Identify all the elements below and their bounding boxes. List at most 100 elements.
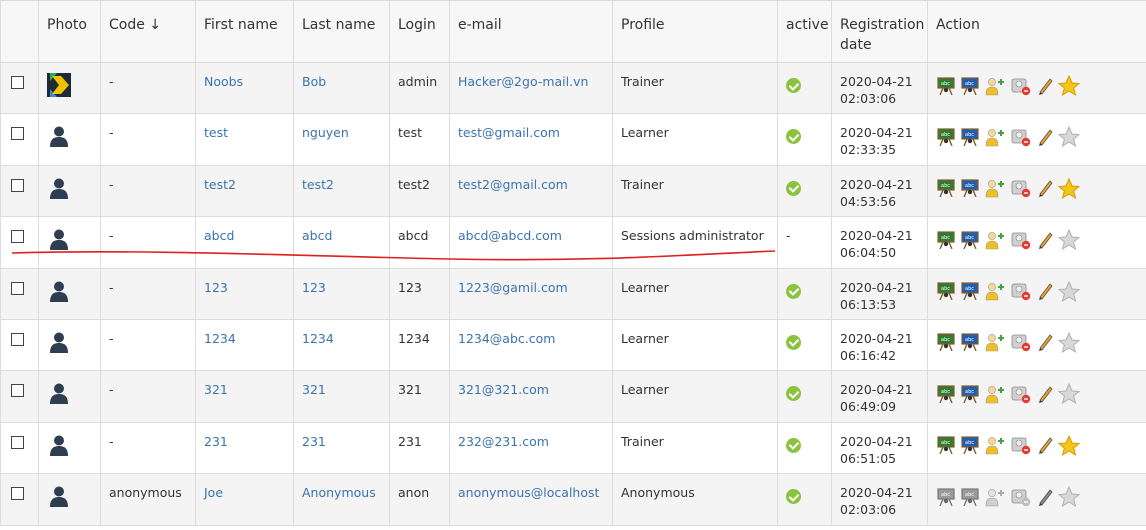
last-name-link[interactable]: Anonymous (302, 485, 376, 500)
email-link[interactable]: 232@231.com (458, 434, 549, 449)
edit-pencil-icon[interactable] (1036, 127, 1054, 147)
login-as-icon[interactable] (1010, 332, 1032, 352)
login-as-icon[interactable] (1010, 435, 1032, 455)
course-board-green-icon[interactable]: abc (936, 76, 956, 95)
assign-users-icon[interactable] (984, 487, 1006, 507)
header-email[interactable]: e-mail (449, 0, 613, 63)
edit-pencil-icon[interactable] (1036, 230, 1054, 250)
first-name-link[interactable]: 231 (204, 434, 228, 449)
row-select-checkbox[interactable] (11, 178, 24, 192)
star-admin-icon[interactable] (1058, 331, 1080, 353)
edit-pencil-icon[interactable] (1036, 435, 1054, 455)
session-board-blue-icon[interactable]: abc (960, 333, 980, 352)
last-name-link[interactable]: nguyen (302, 125, 349, 140)
edit-pencil-icon[interactable] (1036, 384, 1054, 404)
assign-users-icon[interactable] (984, 230, 1006, 250)
course-board-green-icon[interactable]: abc (936, 179, 956, 198)
star-admin-icon[interactable] (1058, 177, 1080, 199)
row-select-checkbox[interactable] (11, 435, 24, 449)
last-name-link[interactable]: test2 (302, 177, 334, 192)
last-name-link[interactable]: 231 (302, 434, 326, 449)
active-check-icon[interactable] (786, 437, 801, 453)
login-as-icon[interactable] (1010, 230, 1032, 250)
assign-users-icon[interactable] (984, 384, 1006, 404)
session-board-blue-icon[interactable]: abc (960, 488, 980, 506)
header-active[interactable]: active (777, 0, 832, 63)
course-board-green-icon[interactable]: abc (936, 488, 956, 506)
header-last-name[interactable]: Last name (293, 0, 390, 63)
course-board-green-icon[interactable]: abc (936, 436, 956, 455)
session-board-blue-icon[interactable]: abc (960, 282, 980, 301)
session-board-blue-icon[interactable]: abc (960, 231, 980, 249)
star-admin-icon[interactable] (1058, 229, 1080, 251)
active-check-icon[interactable] (786, 334, 801, 350)
course-board-green-icon[interactable]: abc (936, 333, 956, 352)
active-check-icon[interactable] (786, 283, 801, 299)
edit-pencil-icon[interactable] (1036, 178, 1054, 198)
active-check-icon[interactable] (786, 180, 801, 196)
star-admin-icon[interactable] (1058, 486, 1080, 508)
email-link[interactable]: 1223@gamil.com (458, 280, 568, 295)
first-name-link[interactable]: Joe (204, 485, 223, 500)
email-link[interactable]: test2@gmail.com (458, 177, 568, 192)
session-board-blue-icon[interactable]: abc (960, 76, 980, 95)
session-board-blue-icon[interactable]: abc (960, 128, 980, 146)
header-code-sort[interactable]: Code ↓ (100, 0, 196, 63)
session-board-blue-icon[interactable]: abc (960, 436, 980, 455)
active-check-icon[interactable] (786, 386, 801, 402)
first-name-link[interactable]: 321 (204, 382, 228, 397)
star-admin-icon[interactable] (1058, 75, 1080, 96)
course-board-green-icon[interactable]: abc (936, 231, 956, 249)
edit-pencil-icon[interactable] (1036, 332, 1054, 352)
first-name-link[interactable]: abcd (204, 228, 234, 243)
last-name-link[interactable]: Bob (302, 74, 326, 89)
last-name-link[interactable]: 123 (302, 280, 326, 295)
login-as-icon[interactable] (1010, 487, 1032, 507)
email-link[interactable]: 1234@abc.com (458, 331, 555, 346)
login-as-icon[interactable] (1010, 281, 1032, 301)
login-as-icon[interactable] (1010, 178, 1032, 198)
email-link[interactable]: Hacker@2go-mail.vn (458, 74, 588, 89)
edit-pencil-icon[interactable] (1036, 487, 1054, 507)
email-link[interactable]: 321@321.com (458, 382, 549, 397)
session-board-blue-icon[interactable]: abc (960, 179, 980, 198)
first-name-link[interactable]: test2 (204, 177, 236, 192)
course-board-green-icon[interactable]: abc (936, 128, 956, 146)
active-check-icon[interactable] (786, 489, 801, 505)
course-board-green-icon[interactable]: abc (936, 282, 956, 301)
header-registration-date[interactable]: Registration date (831, 0, 928, 63)
first-name-link[interactable]: Noobs (204, 74, 243, 89)
row-select-checkbox[interactable] (11, 76, 24, 89)
assign-users-icon[interactable] (984, 332, 1006, 352)
assign-users-icon[interactable] (984, 76, 1006, 96)
star-admin-icon[interactable] (1058, 434, 1080, 456)
header-first-name[interactable]: First name (195, 0, 294, 63)
edit-pencil-icon[interactable] (1036, 281, 1054, 301)
login-as-icon[interactable] (1010, 384, 1032, 404)
active-check-icon[interactable] (786, 129, 801, 145)
email-link[interactable]: test@gmail.com (458, 125, 560, 140)
last-name-link[interactable]: 1234 (302, 331, 334, 346)
row-select-checkbox[interactable] (11, 230, 24, 244)
assign-users-icon[interactable] (984, 127, 1006, 147)
course-board-green-icon[interactable]: abc (936, 385, 956, 403)
star-admin-icon[interactable] (1058, 280, 1080, 302)
row-select-checkbox[interactable] (11, 384, 24, 398)
star-admin-icon[interactable] (1058, 126, 1080, 148)
email-link[interactable]: abcd@abcd.com (458, 228, 562, 243)
session-board-blue-icon[interactable]: abc (960, 385, 980, 403)
row-select-checkbox[interactable] (11, 332, 24, 346)
first-name-link[interactable]: test (204, 125, 228, 140)
email-link[interactable]: anonymous@localhost (458, 485, 599, 500)
login-as-icon[interactable] (1010, 127, 1032, 147)
assign-users-icon[interactable] (984, 281, 1006, 301)
header-login[interactable]: Login (389, 0, 450, 63)
last-name-link[interactable]: abcd (302, 228, 332, 243)
last-name-link[interactable]: 321 (302, 382, 326, 397)
assign-users-icon[interactable] (984, 178, 1006, 198)
active-check-icon[interactable] (786, 78, 801, 93)
row-select-checkbox[interactable] (11, 127, 24, 141)
edit-pencil-icon[interactable] (1036, 76, 1054, 96)
assign-users-icon[interactable] (984, 435, 1006, 455)
first-name-link[interactable]: 123 (204, 280, 228, 295)
